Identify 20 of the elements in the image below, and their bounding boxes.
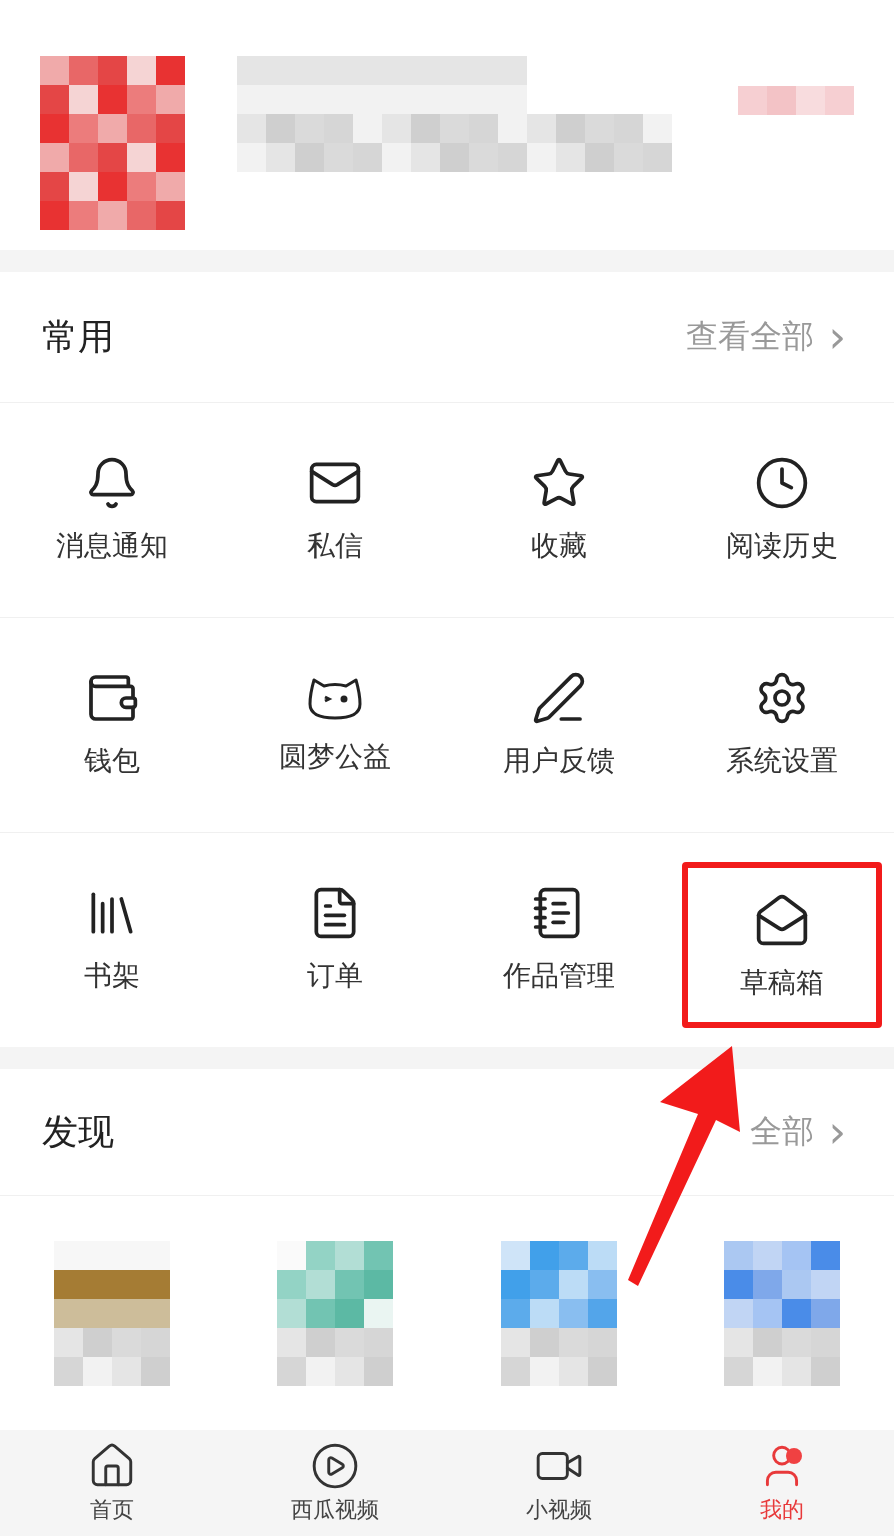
shortcut-item[interactable]: 作品管理	[502, 885, 615, 995]
shortcut-item[interactable]: 私信	[307, 455, 364, 565]
shortcut-item[interactable]: 草稿箱	[682, 862, 883, 1028]
shortcut-item[interactable]: 用户反馈	[502, 670, 615, 780]
shortcut-item[interactable]: 收藏	[530, 455, 587, 565]
nav-tab[interactable]: 西瓜视频	[223, 1430, 447, 1536]
shortcut-item[interactable]: 阅读历史	[726, 455, 839, 565]
shortcut-item[interactable]: 订单	[307, 885, 364, 995]
section-title: 常用	[42, 314, 114, 359]
chevron-icon: ›	[828, 1110, 846, 1154]
shortcut-item[interactable]: 圆梦公益	[279, 674, 392, 776]
nav-tab[interactable]: 我的	[670, 1430, 894, 1536]
shortcut-item[interactable]: 钱包	[83, 670, 140, 780]
section-title: 发现	[42, 1109, 114, 1154]
chevron-icon: ›	[828, 315, 846, 359]
shortcut-item[interactable]: 系统设置	[726, 670, 839, 780]
nav-tab[interactable]: 小视频	[447, 1430, 671, 1536]
nav-tab[interactable]: 首页	[0, 1430, 224, 1536]
shortcut-item[interactable]: 消息通知	[55, 455, 168, 565]
shortcut-item[interactable]: 书架	[83, 885, 140, 995]
